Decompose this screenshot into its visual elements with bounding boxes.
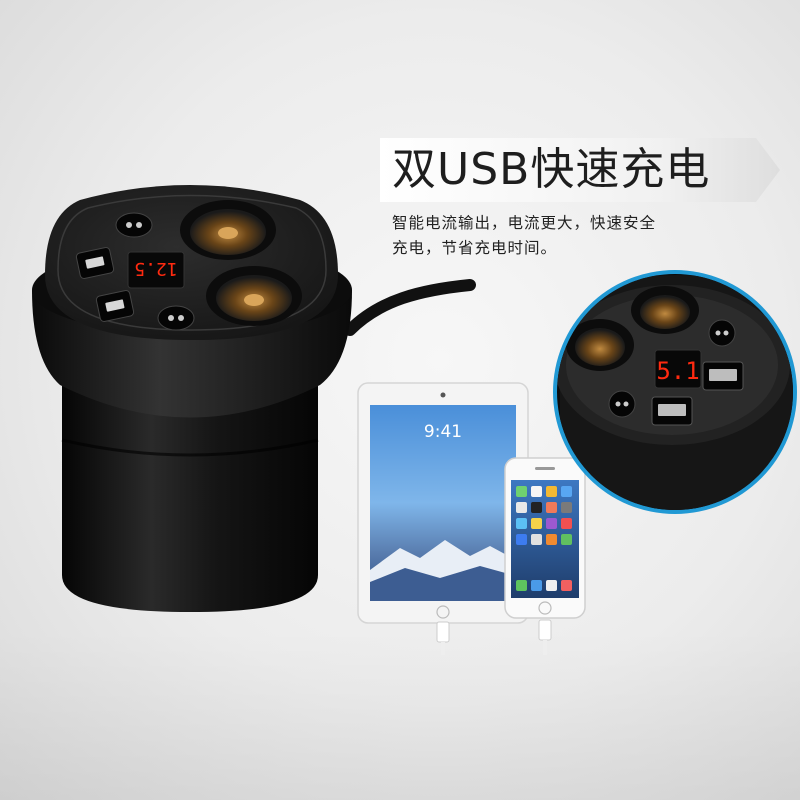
inset-closeup: 5.1 — [553, 270, 797, 514]
usb-port-icon — [651, 396, 693, 426]
phone-device — [504, 457, 586, 655]
cup-charger: 12.5 — [32, 185, 352, 612]
cigarette-socket-icon — [631, 286, 699, 334]
led-readout: 12.5 — [134, 258, 177, 279]
product-illustration: 12.5 9:41 5.1 — [32, 185, 797, 655]
cigarette-socket-icon — [206, 266, 302, 326]
usb-port-icon — [702, 361, 744, 391]
cigarette-socket-icon — [180, 200, 276, 260]
tablet-device: 9:41 — [357, 382, 529, 655]
tablet-clock: 9:41 — [424, 422, 462, 442]
product-scene: 双USB快速充电 智能电流输出，电流更大，快速安全 充电，节省充电时间。 12.… — [0, 0, 800, 800]
lightning-cable-icon — [538, 619, 552, 641]
power-button-icon — [157, 305, 195, 331]
power-button-icon — [708, 319, 736, 347]
power-cable — [344, 279, 476, 336]
inset-led-readout: 5.1 — [656, 357, 699, 385]
lightning-cable-icon — [436, 621, 450, 643]
power-button-icon — [115, 212, 153, 238]
power-button-icon — [608, 390, 636, 418]
